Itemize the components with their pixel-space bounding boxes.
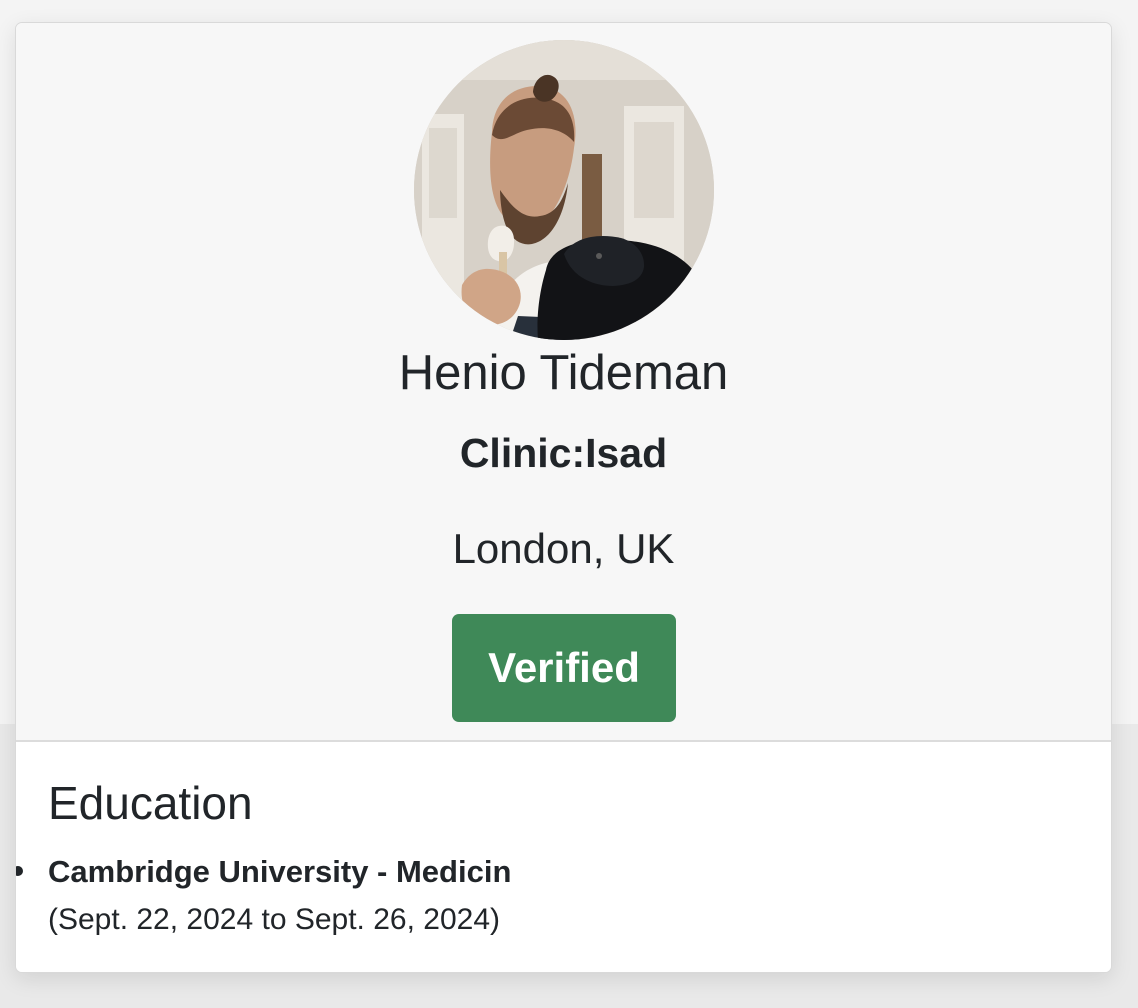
education-school: Cambridge University - Medicin <box>48 854 512 889</box>
profile-header: Henio Tideman Clinic:Isad London, UK Ver… <box>16 23 1111 742</box>
education-dates: (Sept. 22, 2024 to Sept. 26, 2024) <box>48 903 500 936</box>
education-item: Cambridge University - Medicin (Sept. 22… <box>16 852 1111 940</box>
doctor-profile-card: Henio Tideman Clinic:Isad London, UK Ver… <box>15 22 1112 973</box>
education-section: Education Cambridge University - Medicin… <box>16 742 1111 972</box>
bullet-icon <box>16 866 23 876</box>
doctor-name: Henio Tideman <box>398 346 729 400</box>
location-text: London, UK <box>452 525 675 572</box>
education-list: Cambridge University - Medicin (Sept. 22… <box>16 852 1111 940</box>
education-heading: Education <box>48 777 253 829</box>
clinic-name: Clinic:Isad <box>459 430 668 476</box>
avatar <box>414 40 714 340</box>
verified-button[interactable]: Verified <box>452 614 676 722</box>
